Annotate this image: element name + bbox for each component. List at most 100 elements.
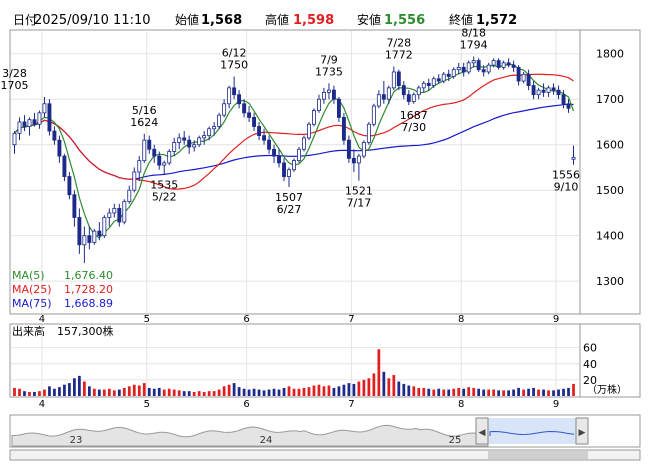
navigator[interactable]: ◀ ▶ 23 24 25 — [9, 414, 641, 461]
volume-bar — [272, 388, 276, 396]
annotation-date: 9/10 — [554, 181, 579, 194]
volume-bar — [342, 384, 346, 396]
volume-bar — [127, 386, 131, 396]
candle-body — [536, 89, 541, 96]
volume-bar — [287, 386, 291, 396]
volume-bar — [217, 389, 221, 396]
volume-bar — [532, 387, 535, 396]
navigator-scrollbar-thumb[interactable] — [488, 451, 588, 459]
volume-bar — [252, 388, 256, 396]
volume-bar — [402, 383, 406, 396]
candle-body — [202, 135, 207, 139]
candle-body — [297, 148, 301, 162]
volume-bar — [357, 381, 361, 396]
month-label-6: 6 — [243, 399, 249, 410]
candle-body — [386, 87, 391, 100]
candle-body — [142, 139, 147, 162]
volume-bar — [412, 386, 416, 396]
candle-body — [177, 137, 182, 143]
volume-bar — [227, 384, 231, 396]
candle-body — [187, 139, 192, 148]
volume-bar — [102, 389, 106, 396]
volume-bar — [322, 386, 326, 396]
candle-body — [356, 155, 361, 164]
candle-body — [267, 139, 271, 150]
volume-tick-40: 40 — [583, 358, 597, 371]
candle-body — [12, 132, 17, 146]
volume-unit: （万株） — [587, 383, 627, 396]
volume-bar — [92, 388, 96, 396]
volume-bar — [312, 385, 316, 396]
candle-body — [307, 123, 311, 139]
volume-bar — [542, 389, 545, 396]
candle-body — [37, 112, 42, 125]
volume-bar — [297, 388, 301, 396]
volume-bar — [462, 388, 466, 396]
volume-bar — [132, 384, 136, 396]
volume-bar — [562, 388, 565, 396]
volume-bar — [457, 387, 461, 396]
volume-bar — [242, 388, 246, 396]
candle-body — [446, 73, 451, 77]
volume-bar — [512, 389, 515, 396]
price-tick-1500: 1500 — [596, 184, 624, 197]
candle-body — [566, 103, 571, 109]
volume-bar — [232, 383, 236, 396]
candle-body — [556, 89, 561, 96]
candle-body — [521, 73, 526, 82]
candle-body — [411, 94, 416, 102]
candle-body — [257, 126, 262, 137]
volume-bar — [547, 390, 550, 396]
candle-body — [346, 139, 351, 159]
chevron-left-icon: ◀ — [479, 428, 486, 438]
volume-bar — [282, 387, 286, 396]
low-label: 安値 — [357, 12, 381, 27]
candle-body — [207, 128, 212, 137]
volume-axis: 204060 — [583, 342, 597, 387]
candle-body — [182, 137, 187, 141]
candle-body — [97, 230, 102, 237]
volume-bar — [372, 373, 376, 396]
candle-body — [252, 117, 257, 127]
volume-bar — [53, 388, 56, 396]
ma75-label: MA(75) — [12, 297, 52, 310]
candle-body — [32, 119, 37, 125]
volume-bar — [452, 388, 456, 396]
candle-body — [47, 103, 52, 132]
annotation-date: 6/27 — [277, 203, 302, 216]
candle-body — [436, 78, 441, 82]
candle-body — [511, 64, 516, 68]
candle-body — [262, 135, 267, 141]
volume-bar — [82, 381, 86, 396]
candle-body — [277, 155, 281, 164]
volume-bar — [182, 391, 186, 396]
candle-body — [456, 66, 461, 71]
candle-body — [287, 169, 291, 177]
volume-bar — [222, 386, 226, 396]
candle-body — [312, 110, 316, 125]
price-tick-1700: 1700 — [596, 93, 624, 106]
navigator-year-23: 23 — [70, 435, 83, 446]
ma5-value: 1,676.40 — [64, 269, 113, 282]
candle-body — [341, 117, 346, 141]
annotation-value: 1750 — [220, 58, 248, 71]
volume-bar — [38, 391, 41, 396]
high-value: 1,598 — [293, 13, 334, 28]
navigator-selection[interactable] — [488, 418, 576, 444]
candle-body — [526, 73, 531, 86]
volume-bar — [73, 378, 76, 396]
candle-body — [506, 62, 511, 66]
candle-body — [17, 121, 22, 134]
price-tick-1300: 1300 — [596, 275, 624, 288]
candle-body — [531, 85, 536, 96]
candle-body — [302, 137, 306, 150]
candle-body — [237, 94, 242, 105]
volume-bar — [417, 387, 421, 396]
month-axis-volume: 4 5 6 7 8 9 — [39, 399, 559, 410]
volume-bar — [387, 378, 391, 396]
month-label-6: 6 — [243, 314, 249, 325]
candle-body — [112, 207, 117, 214]
volume-bar — [142, 383, 146, 396]
volume-bar — [482, 389, 486, 396]
volume-bar — [122, 387, 126, 396]
